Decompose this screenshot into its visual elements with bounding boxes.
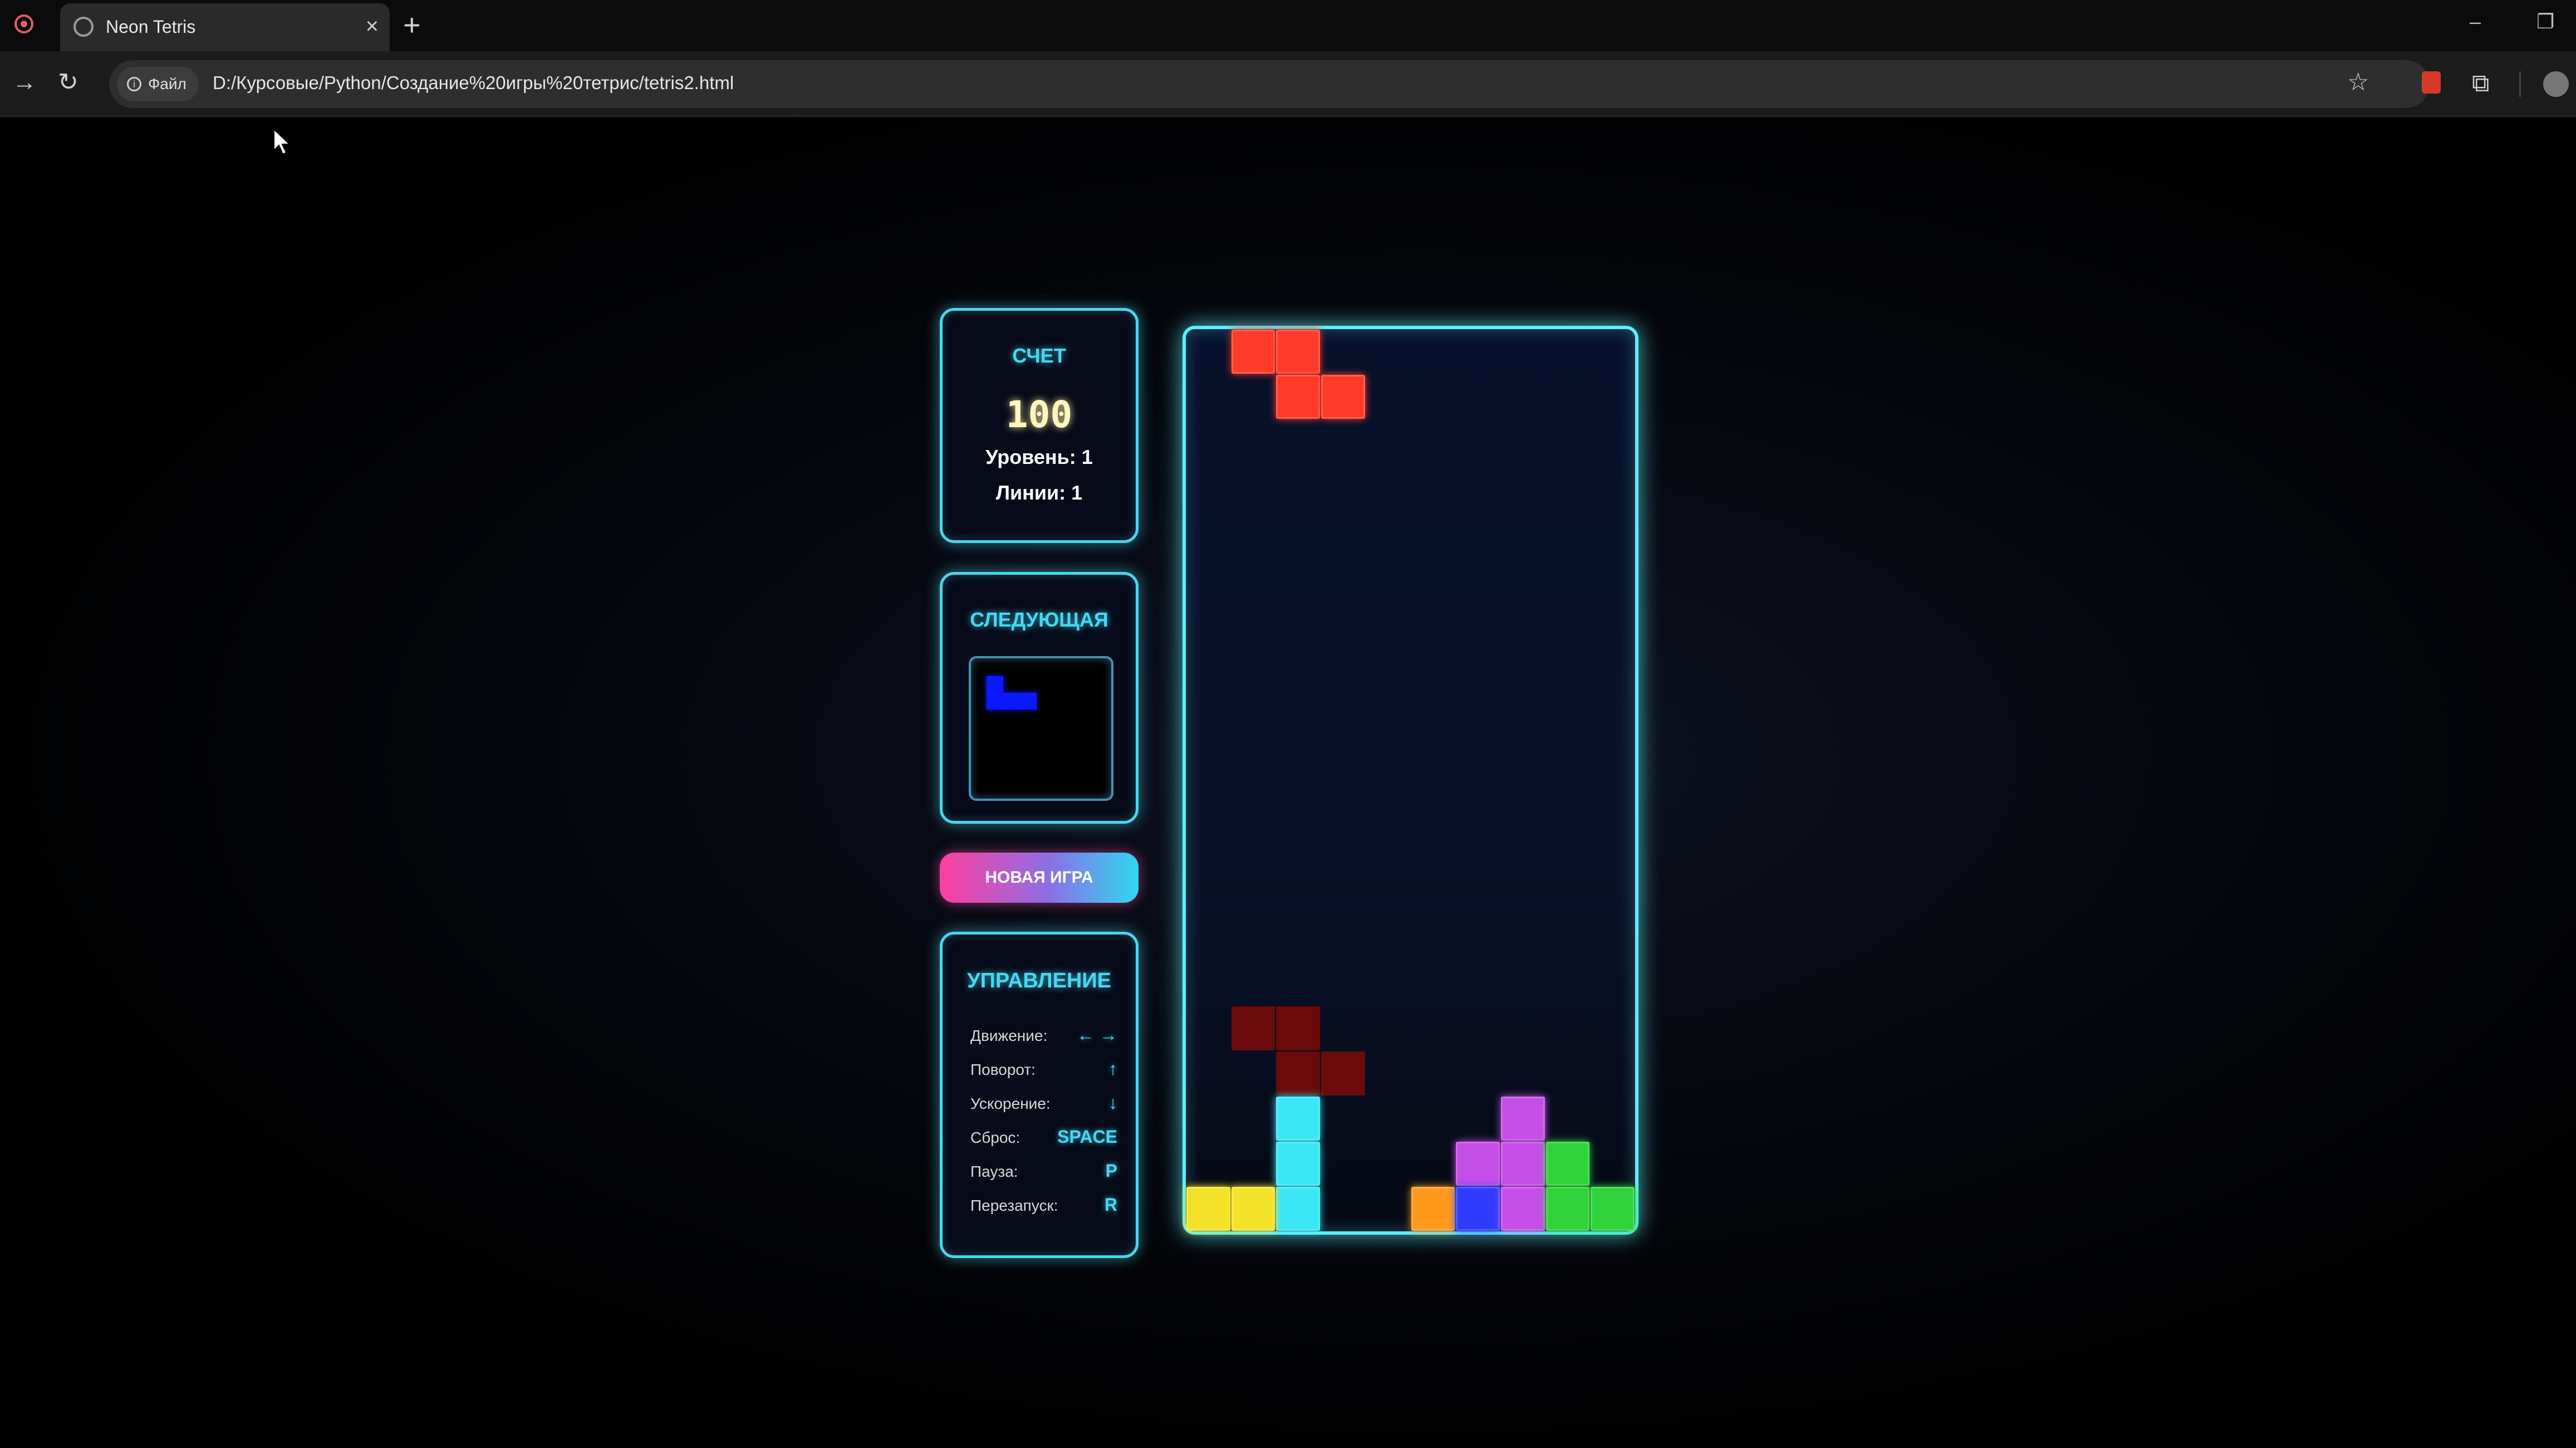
- reload-icon[interactable]: ↻: [58, 67, 78, 98]
- board-cell: [1456, 1187, 1500, 1231]
- profile-avatar[interactable]: [2543, 71, 2569, 97]
- board-cell: [1276, 375, 1321, 419]
- globe-icon: [73, 17, 94, 37]
- tab-neon-tetris[interactable]: Neon Tetris ×: [60, 3, 390, 51]
- control-key: P: [1105, 1161, 1117, 1181]
- board-cell: [1276, 1051, 1321, 1095]
- board-cell: [1500, 1097, 1545, 1141]
- control-key: ← →: [1077, 1025, 1117, 1045]
- next-piece-cell: [1020, 693, 1037, 710]
- controls-panel: УПРАВЛЕНИЕ Движение: ← → Поворот: ↑ Уско…: [940, 932, 1139, 1258]
- board-cell: [1276, 1097, 1321, 1141]
- board-cell: [1545, 1142, 1590, 1186]
- forward-arrow-icon[interactable]: →: [12, 67, 37, 98]
- extensions-puzzle-icon[interactable]: ⧉: [2472, 68, 2489, 99]
- control-label: Пауза:: [970, 1163, 1018, 1180]
- control-row-move: Движение: ← →: [970, 1024, 1117, 1051]
- board-cell: [1276, 1006, 1321, 1050]
- lines-text: Линии: 1: [995, 481, 1083, 504]
- control-row-drop: Сброс: SPACE: [970, 1126, 1117, 1153]
- browser-chrome: Neon Tetris × + – ❐ → ↻ i Файл D:/Курсов…: [0, 0, 2576, 117]
- board-cell: [1276, 1187, 1321, 1231]
- control-label: Движение:: [970, 1027, 1048, 1044]
- file-chip-label: Файл: [148, 75, 187, 92]
- score-value: 100: [1005, 393, 1073, 436]
- info-icon: i: [127, 77, 141, 91]
- tab-close-icon[interactable]: ×: [366, 12, 379, 40]
- next-piece-preview: [969, 656, 1113, 801]
- score-title: СЧЕТ: [1012, 344, 1066, 367]
- next-piece-cell: [1003, 693, 1020, 710]
- board-cell: [1321, 1051, 1365, 1095]
- next-piece-panel: СЛЕДУЮЩАЯ: [940, 572, 1139, 824]
- board-cell: [1500, 1187, 1545, 1231]
- control-label: Поворот:: [970, 1061, 1036, 1078]
- game-board[interactable]: [1182, 326, 1638, 1235]
- control-label: Перезапуск:: [970, 1197, 1058, 1214]
- level-text: Уровень: 1: [985, 446, 1093, 468]
- browser-toolbar: → ↻ i Файл D:/Курсовые/Python/Создание%2…: [0, 51, 2576, 117]
- minimize-button[interactable]: –: [2470, 8, 2481, 36]
- board-cell: [1231, 1006, 1275, 1050]
- game-page: СЧЕТ 100 Уровень: 1 Линии: 1 СЛЕДУЮЩАЯ Н…: [0, 117, 2576, 1448]
- url-text[interactable]: D:/Курсовые/Python/Создание%20игры%20тет…: [213, 72, 734, 94]
- extension-icon[interactable]: [2422, 71, 2441, 94]
- board-cell: [1276, 330, 1321, 374]
- site-info-chip[interactable]: i Файл: [117, 67, 199, 101]
- board-cell: [1456, 1142, 1500, 1186]
- toolbar-divider: [2519, 71, 2521, 97]
- board-cell: [1591, 1187, 1635, 1231]
- controls-title: УПРАВЛЕНИЕ: [966, 969, 1111, 992]
- board-cell: [1276, 1142, 1321, 1186]
- new-tab-button[interactable]: +: [403, 6, 421, 45]
- control-label: Сброс:: [970, 1129, 1020, 1146]
- control-key: SPACE: [1057, 1127, 1117, 1147]
- browser-menu-icon[interactable]: [14, 14, 33, 33]
- control-row-restart: Перезапуск: R: [970, 1193, 1117, 1221]
- control-label: Ускорение:: [970, 1095, 1051, 1112]
- score-panel: СЧЕТ 100 Уровень: 1 Линии: 1: [940, 308, 1139, 543]
- control-key: R: [1104, 1195, 1117, 1215]
- tab-strip: Neon Tetris × + – ❐: [0, 0, 2576, 51]
- restore-button[interactable]: ❐: [2536, 8, 2554, 36]
- control-key: ↑: [1108, 1059, 1117, 1079]
- mouse-cursor-icon: [273, 128, 291, 155]
- next-piece-cell: [987, 693, 1003, 710]
- board-cell: [1321, 375, 1365, 419]
- next-piece-cell: [987, 676, 1003, 693]
- next-piece-title: СЛЕДУЮЩАЯ: [970, 608, 1108, 631]
- board-cell: [1186, 1187, 1230, 1231]
- new-game-button[interactable]: НОВАЯ ИГРА: [940, 853, 1139, 903]
- board-cell: [1500, 1142, 1545, 1186]
- board-cell: [1545, 1187, 1590, 1231]
- address-bar[interactable]: i Файл D:/Курсовые/Python/Создание%20игр…: [109, 60, 2430, 108]
- tab-title: Neon Tetris: [106, 17, 196, 37]
- board-cell: [1231, 330, 1275, 374]
- control-key: ↓: [1108, 1093, 1117, 1113]
- control-row-speedup: Ускорение: ↓: [970, 1092, 1117, 1119]
- control-row-rotate: Поворот: ↑: [970, 1058, 1117, 1085]
- control-row-pause: Пауза: P: [970, 1160, 1117, 1187]
- board-cell: [1231, 1187, 1275, 1231]
- board-cell: [1411, 1187, 1455, 1231]
- bookmark-star-icon[interactable]: ☆: [2347, 67, 2369, 98]
